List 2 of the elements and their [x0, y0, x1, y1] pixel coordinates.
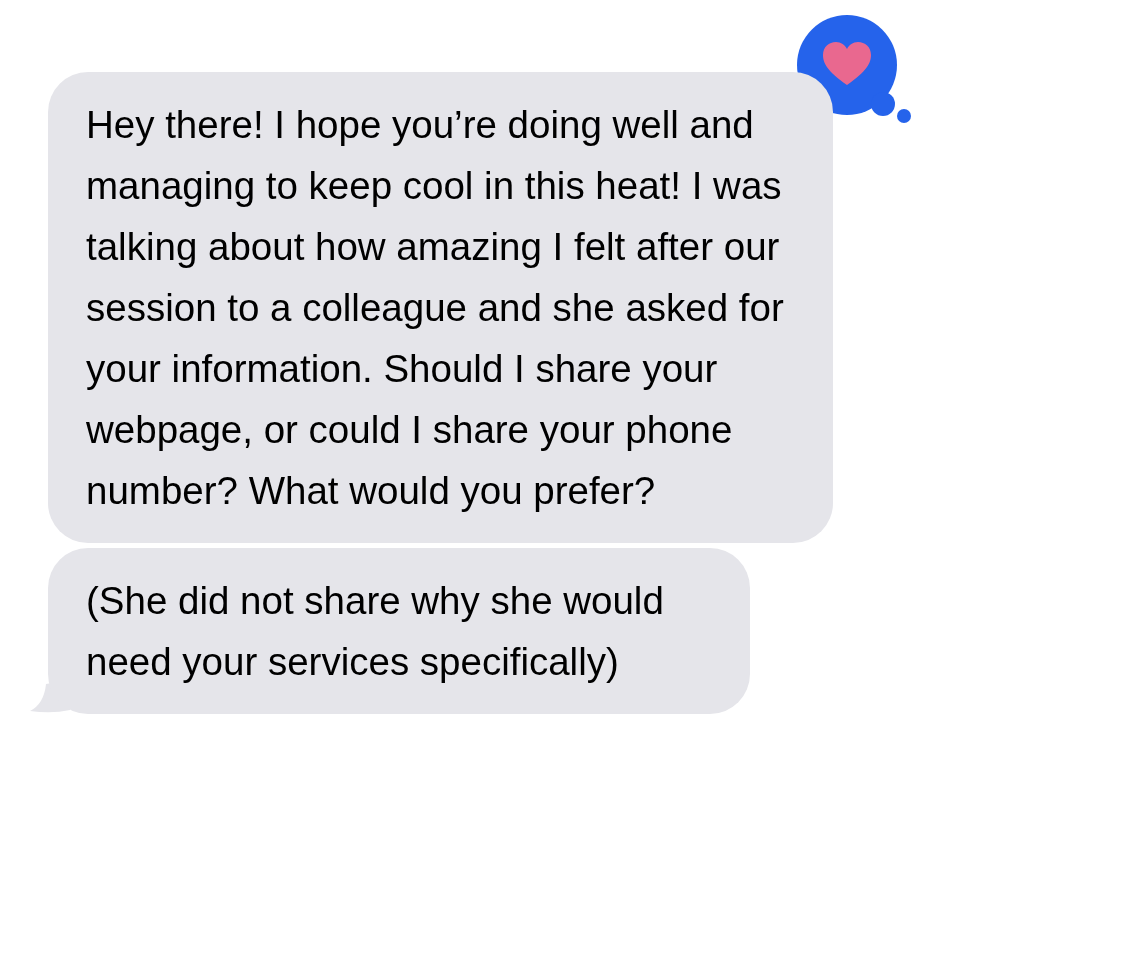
message-text: (She did not share why she would need your services specifically) [86, 578, 665, 685]
message-text: Hey there! I hope you’re doing well and managing to keep cool in this heat! I was talking about how amazing I felt after our session to a colleague and she asked for your information. Should I share your webpage, or could I share your phone number? What would you prefer? [86, 102, 785, 514]
